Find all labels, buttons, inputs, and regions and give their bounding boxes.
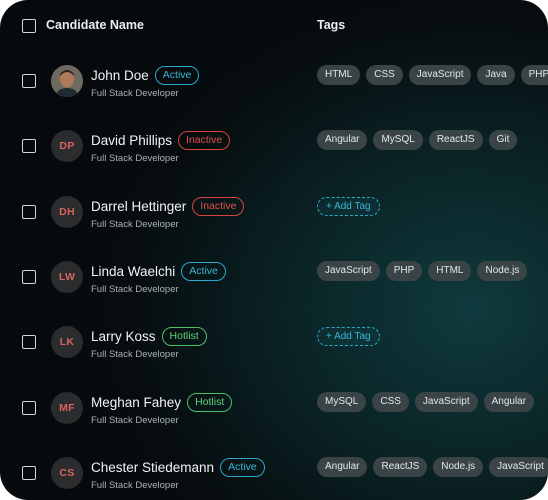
status-badge: Active [154, 65, 200, 85]
tag-chip[interactable]: MySQL [317, 392, 367, 412]
table-header: Candidate Name Tags [0, 0, 548, 52]
tag-chip[interactable]: MySQL [373, 130, 423, 150]
tag-list: + Add Tag [317, 197, 380, 217]
candidate-role: Full Stack Developer [91, 88, 179, 99]
avatar: CS [51, 457, 83, 489]
table-row[interactable]: John Doe Active Full Stack Developer HTML CS… [0, 65, 548, 130]
tag-chip[interactable]: CSS [372, 392, 409, 412]
candidate-name-line: David Phillips Inactive [91, 130, 231, 150]
table-row[interactable]: CS Chester Stiedemann Active Full Stack Dev… [0, 457, 548, 500]
tag-list: + Add Tag [317, 327, 380, 347]
tag-list: MySQL CSS JavaScript Angular [317, 392, 535, 412]
candidate-name[interactable]: Darrel Hettinger [91, 199, 186, 214]
table-row[interactable]: LW Linda Waelchi Active Full Stack Develope… [0, 261, 548, 326]
avatar-photo [51, 65, 83, 97]
column-header-tags: Tags [317, 18, 346, 32]
tag-chip[interactable]: JavaScript [317, 261, 380, 281]
row-checkbox[interactable] [22, 270, 36, 284]
candidate-role: Full Stack Developer [91, 349, 179, 360]
row-checkbox[interactable] [22, 205, 36, 219]
avatar [51, 65, 83, 97]
candidate-name-line: Meghan Fahey Hotlist [91, 392, 233, 412]
avatar: LW [51, 261, 83, 293]
add-tag-button[interactable]: + Add Tag [317, 327, 380, 346]
select-all-checkbox[interactable] [22, 19, 36, 33]
column-header-name: Candidate Name [46, 18, 144, 32]
candidate-name[interactable]: John Doe [91, 68, 149, 83]
tag-chip[interactable]: Java [477, 65, 515, 85]
table-row[interactable]: LK Larry Koss Hotlist Full Stack Developer +… [0, 326, 548, 391]
status-badge: Hotlist [161, 326, 207, 346]
tag-chip[interactable]: ReactJS [373, 457, 428, 477]
tag-chip[interactable]: Angular [317, 457, 368, 477]
candidate-name[interactable]: Linda Waelchi [91, 264, 175, 279]
candidate-role: Full Stack Developer [91, 284, 179, 295]
add-tag-button[interactable]: + Add Tag [317, 197, 380, 216]
avatar: DP [51, 130, 83, 162]
candidate-table: Candidate Name Tags John Doe Active Full S… [0, 0, 548, 500]
row-checkbox[interactable] [22, 335, 36, 349]
candidate-role: Full Stack Developer [91, 219, 179, 230]
candidate-name-line: John Doe Active [91, 65, 200, 85]
table-row[interactable]: MF Meghan Fahey Hotlist Full Stack Develope… [0, 392, 548, 457]
candidate-role: Full Stack Developer [91, 480, 179, 491]
tag-chip[interactable]: PHP [385, 261, 423, 281]
tag-chip[interactable]: Node.js [433, 457, 484, 477]
tag-chip[interactable]: JavaScript [414, 392, 478, 412]
status-badge: Inactive [192, 196, 245, 216]
tag-chip[interactable]: HTML [317, 65, 361, 85]
tag-chip[interactable]: HTML [428, 261, 472, 281]
avatar: LK [51, 326, 83, 358]
table-row[interactable]: DP David Phillips Inactive Full Stack Devel… [0, 130, 548, 195]
tag-chip[interactable]: Node.js [477, 261, 528, 281]
candidate-name[interactable]: Larry Koss [91, 329, 156, 344]
candidate-name-line: Darrel Hettinger Inactive [91, 196, 245, 216]
candidate-name-line: Larry Koss Hotlist [91, 326, 207, 346]
candidate-role: Full Stack Developer [91, 415, 179, 426]
tag-chip[interactable]: PHP [520, 65, 548, 85]
candidate-name-line: Chester Stiedemann Active [91, 457, 265, 477]
tag-list: HTML CSS JavaScript Java PHP [317, 65, 548, 85]
tag-chip[interactable]: Angular [483, 392, 535, 412]
row-checkbox[interactable] [22, 466, 36, 480]
tag-chip[interactable]: JavaScript [489, 457, 548, 477]
avatar: DH [51, 196, 83, 228]
candidate-role: Full Stack Developer [91, 153, 179, 164]
avatar: MF [51, 392, 83, 424]
tag-chip[interactable]: Git [488, 130, 518, 150]
tag-chip[interactable]: CSS [366, 65, 403, 85]
tag-list: Angular MySQL ReactJS Git [317, 130, 518, 150]
tag-list: Angular ReactJS Node.js JavaScript [317, 457, 548, 477]
status-badge: Inactive [178, 130, 231, 150]
tag-chip[interactable]: Angular [317, 130, 368, 150]
candidate-name[interactable]: David Phillips [91, 133, 172, 148]
tag-chip[interactable]: ReactJS [428, 130, 483, 150]
row-checkbox[interactable] [22, 74, 36, 88]
status-badge: Active [181, 261, 226, 281]
tag-chip[interactable]: JavaScript [408, 65, 472, 85]
candidate-name[interactable]: Meghan Fahey [91, 395, 181, 410]
status-badge: Hotlist [187, 392, 233, 412]
row-checkbox[interactable] [22, 139, 36, 153]
candidate-name[interactable]: Chester Stiedemann [91, 460, 214, 475]
status-badge: Active [220, 457, 265, 477]
tag-list: JavaScript PHP HTML Node.js [317, 261, 528, 281]
table-row[interactable]: DH Darrel Hettinger Inactive Full Stack Dev… [0, 196, 548, 261]
row-checkbox[interactable] [22, 401, 36, 415]
candidate-name-line: Linda Waelchi Active [91, 261, 226, 281]
